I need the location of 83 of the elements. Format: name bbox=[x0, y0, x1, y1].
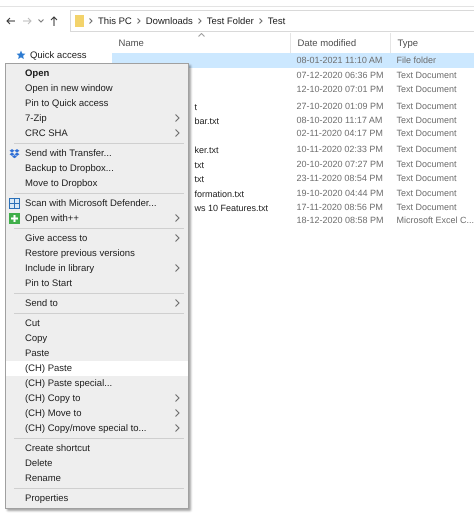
menu-item[interactable]: (CH) Move to bbox=[6, 406, 188, 421]
menu-item[interactable]: (CH) Copy/move special to... bbox=[6, 421, 188, 436]
date-modified: 07-12-2020 06:36 PM bbox=[295, 70, 385, 80]
menu-item[interactable]: Open with++ bbox=[6, 211, 188, 226]
breadcrumb[interactable]: Test Folder bbox=[206, 16, 254, 26]
file-type: Microsoft Excel C... bbox=[395, 214, 474, 225]
shield-grid-icon bbox=[9, 198, 20, 209]
sort-caret-icon bbox=[198, 33, 206, 37]
plus-icon bbox=[9, 213, 20, 224]
file-type: Text Document bbox=[395, 128, 458, 138]
menu-item[interactable]: Open bbox=[6, 66, 188, 81]
menu-item[interactable]: Properties bbox=[6, 491, 188, 506]
menu-item[interactable]: (CH) Paste bbox=[6, 361, 188, 376]
menu-item[interactable]: CRC SHA bbox=[6, 126, 188, 141]
file-type: File folder bbox=[395, 55, 437, 66]
menu-item[interactable]: Backup to Dropbox... bbox=[6, 161, 188, 176]
file-row[interactable]: 08-01-2021 11:10 AM File folder bbox=[112, 53, 474, 68]
file-type: Text Document bbox=[395, 100, 458, 110]
file-type: Text Document bbox=[395, 115, 458, 125]
menu-item[interactable]: (CH) Paste special... bbox=[6, 376, 188, 391]
menu-item[interactable]: Paste bbox=[6, 346, 188, 361]
menu-item[interactable]: Create shortcut bbox=[6, 441, 188, 456]
file-type: Text Document bbox=[395, 173, 458, 183]
menu-item[interactable]: Rename bbox=[6, 471, 188, 486]
chevron-right-icon bbox=[89, 18, 93, 24]
chevron-right-icon bbox=[175, 299, 180, 307]
menu-item[interactable]: Send with Transfer... bbox=[6, 146, 188, 161]
menu-item[interactable]: Copy bbox=[6, 331, 188, 346]
file-type: Text Document bbox=[395, 144, 458, 154]
menu-item[interactable]: Restore previous versions bbox=[6, 246, 188, 261]
file-name: t bbox=[194, 102, 197, 112]
breadcrumb[interactable]: Test bbox=[268, 16, 286, 26]
breadcrumb[interactable]: This PC bbox=[98, 16, 132, 26]
date-modified: 12-10-2020 07:01 PM bbox=[295, 84, 385, 94]
menu-item[interactable]: Move to Dropbox bbox=[6, 176, 188, 191]
dropbox-icon bbox=[9, 148, 20, 159]
menu-item[interactable]: Cut bbox=[6, 316, 188, 331]
menu-item[interactable]: Open in new window bbox=[6, 81, 188, 96]
back-arrow-icon[interactable] bbox=[6, 17, 16, 25]
date-modified: 23-11-2020 08:54 PM bbox=[295, 173, 384, 183]
chevron-right-icon bbox=[175, 264, 180, 272]
file-type: Text Document bbox=[395, 70, 458, 80]
chevron-right-icon bbox=[258, 18, 263, 24]
file-name: txt bbox=[194, 174, 204, 184]
chevron-right-icon bbox=[136, 18, 141, 24]
chevron-right-icon bbox=[175, 214, 180, 222]
menu-item[interactable]: 7-Zip bbox=[6, 111, 188, 126]
file-name: ker.txt bbox=[194, 145, 218, 155]
file-name: formation.txt bbox=[194, 188, 244, 198]
date-modified: 20-10-2020 07:27 PM bbox=[295, 158, 385, 168]
date-modified: 02-11-2020 04:17 PM bbox=[295, 128, 384, 138]
nav-item[interactable]: Quick access bbox=[0, 48, 112, 62]
folder-icon bbox=[75, 15, 84, 27]
date-modified: 17-11-2020 08:56 PM bbox=[295, 202, 384, 212]
address-bar[interactable]: This PC Downloads Test Folder Test bbox=[70, 10, 474, 32]
file-name: ws 10 Features.txt bbox=[194, 203, 268, 213]
menu-item[interactable]: (CH) Copy to bbox=[6, 391, 188, 406]
file-name: bar.txt bbox=[194, 116, 219, 126]
file-type: Text Document bbox=[395, 188, 458, 198]
file-type: Text Document bbox=[395, 158, 458, 168]
menu-item[interactable]: Include in library bbox=[6, 261, 188, 276]
column-header[interactable]: Name bbox=[112, 33, 290, 53]
date-modified: 08-01-2021 11:10 AM bbox=[295, 55, 384, 66]
date-modified: 27-10-2020 01:09 PM bbox=[295, 100, 385, 110]
file-type: Text Document bbox=[395, 84, 458, 94]
file-name: txt bbox=[194, 160, 204, 170]
date-modified: 18-12-2020 08:58 PM bbox=[295, 214, 385, 225]
menu-item[interactable]: Pin to Start bbox=[6, 276, 188, 291]
date-modified: 10-11-2020 02:33 PM bbox=[295, 144, 384, 154]
menu-item[interactable]: Pin to Quick access bbox=[6, 96, 188, 111]
up-arrow-icon[interactable] bbox=[50, 16, 58, 26]
star-icon bbox=[16, 50, 26, 60]
date-modified: 08-10-2020 11:17 AM bbox=[295, 115, 384, 125]
file-type: Text Document bbox=[395, 202, 458, 212]
breadcrumb[interactable]: Downloads bbox=[146, 16, 193, 26]
menu-item[interactable]: Delete bbox=[6, 456, 188, 471]
chevron-right-icon bbox=[198, 18, 202, 24]
menu-item[interactable]: Scan with Microsoft Defender... bbox=[6, 196, 188, 211]
menu-item[interactable]: Send to bbox=[6, 296, 188, 311]
dropdown-caret-icon[interactable] bbox=[38, 19, 44, 23]
chevron-right-icon bbox=[175, 234, 180, 242]
date-modified: 19-10-2020 04:44 PM bbox=[295, 188, 385, 198]
menu-item[interactable]: Give access to bbox=[6, 231, 188, 246]
